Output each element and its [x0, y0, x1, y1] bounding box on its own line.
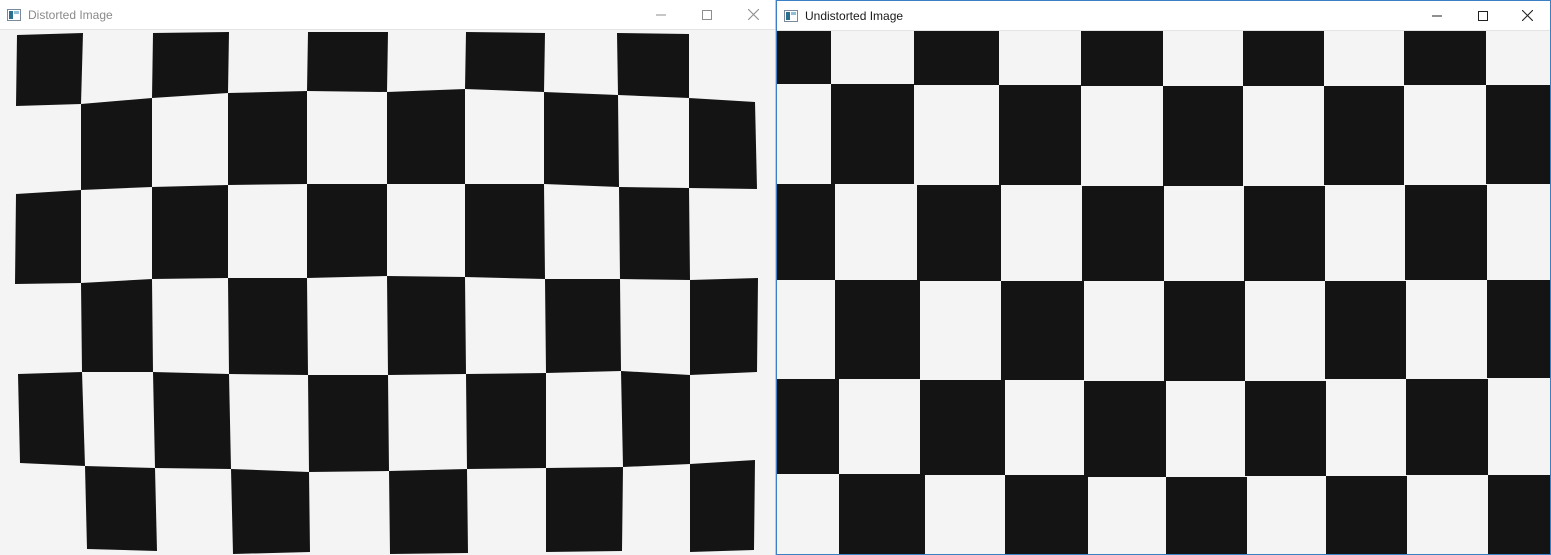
- close-icon: [747, 9, 759, 20]
- maximize-icon: [1478, 10, 1488, 21]
- maximize-icon: [702, 9, 712, 20]
- distorted-image-canvas: [0, 30, 775, 555]
- window-title: Undistorted Image: [805, 9, 904, 23]
- maximize-button[interactable]: [684, 0, 730, 29]
- app-icon: [784, 10, 798, 22]
- minimize-button[interactable]: [1414, 1, 1460, 30]
- minimize-button[interactable]: [638, 0, 684, 29]
- title-bar[interactable]: Undistorted Image: [777, 1, 1550, 31]
- distorted-image-window: Distorted Image: [0, 0, 776, 555]
- close-button[interactable]: [730, 0, 775, 29]
- close-icon: [1521, 10, 1533, 21]
- maximize-button[interactable]: [1460, 1, 1506, 30]
- title-bar[interactable]: Distorted Image: [0, 0, 775, 30]
- minimize-icon: [656, 14, 666, 15]
- undistorted-image-canvas: [777, 31, 1550, 554]
- distorted-checkerboard-image: [0, 30, 775, 555]
- minimize-icon: [1432, 15, 1442, 16]
- undistorted-image-window: Undistorted Image: [776, 0, 1551, 555]
- app-icon: [7, 9, 21, 21]
- undistorted-checkerboard-image: [777, 31, 1550, 554]
- window-title: Distorted Image: [28, 8, 113, 22]
- close-button[interactable]: [1504, 1, 1550, 30]
